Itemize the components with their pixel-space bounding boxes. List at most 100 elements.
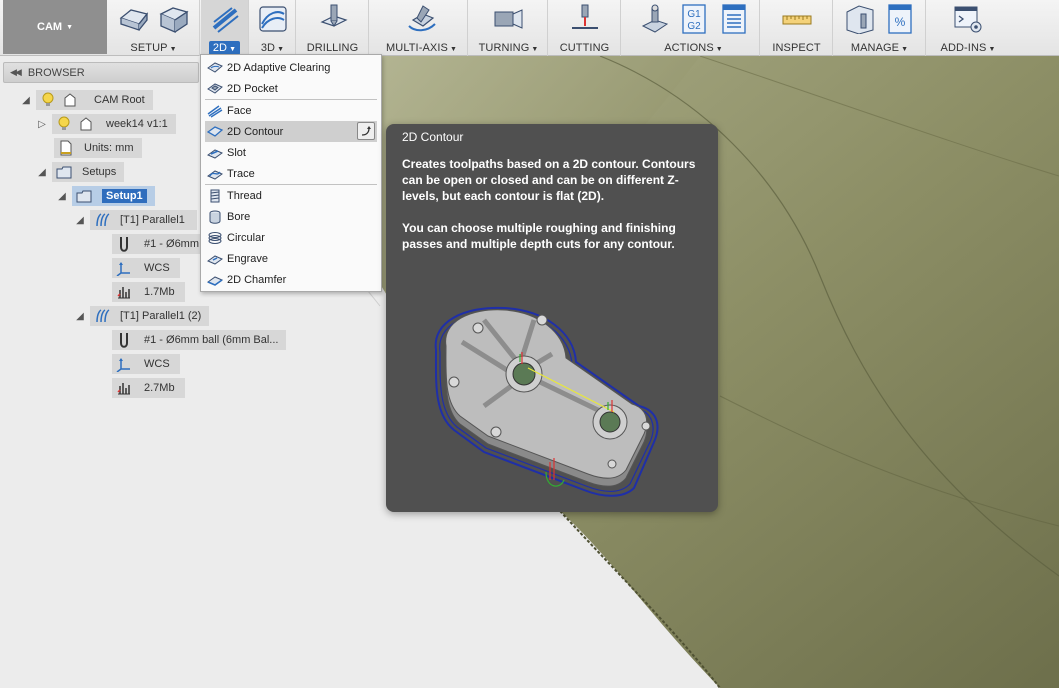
visibility-bulb-icon[interactable] [40, 92, 56, 108]
toolbar-group-cutting[interactable]: CUTTING [549, 0, 621, 56]
scripts-addins-icon [954, 6, 982, 33]
browser-header[interactable]: ◀◀ BROWSER [3, 62, 199, 83]
menu-item-label: 2D Pocket [227, 82, 278, 95]
operation-1-node[interactable]: [T1] Parallel1 [90, 210, 197, 230]
toolbar-group-turning[interactable]: TURNING ▼ [470, 0, 548, 56]
nc-data-icon [117, 287, 130, 299]
pin-to-toolbar-button[interactable] [357, 122, 375, 140]
menu-item-thread[interactable]: Thread [201, 185, 381, 206]
expand-triangle-icon[interactable]: ▷ [36, 118, 48, 130]
toolbar-group-setup[interactable]: SETUP ▼ [108, 0, 200, 56]
op2-wcs-label: WCS [144, 358, 170, 370]
tree-row-op1-wcs[interactable]: WCS [112, 258, 180, 278]
wcs-axes-icon [116, 262, 130, 276]
menu-item-trace[interactable]: Trace [201, 163, 381, 184]
toolbar-group-drilling[interactable]: DRILLING [297, 0, 369, 56]
toolbar-group-addins[interactable]: ADD-INS ▼ [928, 0, 1008, 56]
op1-size-node[interactable]: 1.7Mb [112, 282, 185, 302]
toolbar-group-multiaxis[interactable]: MULTI-AXIS ▼ [376, 0, 468, 56]
toolbar-group-manage[interactable]: % MANAGE ▼ [834, 0, 926, 56]
menu-item-engrave[interactable]: Engrave [201, 248, 381, 269]
menu-item-label: 2D Adaptive Clearing [227, 61, 331, 74]
toolbar-group-3d[interactable]: 3D ▼ [250, 0, 296, 56]
expand-triangle-icon[interactable]: ◢ [74, 214, 86, 226]
setup1-node[interactable]: Setup1 [72, 186, 155, 206]
operation-2-node[interactable]: [T1] Parallel1 (2) [90, 306, 210, 326]
expand-triangle-icon[interactable]: ◢ [56, 190, 68, 202]
new-setup-icon [119, 9, 148, 31]
menu-item-2d-contour[interactable]: 2D Contour [205, 121, 377, 142]
cam-root-label: CAM Root [94, 94, 145, 106]
workspace-switcher[interactable]: CAM ▼ [3, 0, 107, 54]
tooltip-paragraph-1: Creates toolpaths based on a 2D contour.… [402, 157, 696, 203]
post-gcode-line2: G2 [687, 21, 701, 32]
menu-item-label: Bore [227, 210, 251, 223]
visibility-bulb-icon[interactable] [56, 116, 72, 132]
op1-tool-label: #1 - Ø6mm [144, 238, 200, 250]
tree-row-cam-root[interactable]: ◢ CAM Root [20, 90, 153, 110]
menu-item-label: Engrave [227, 252, 268, 265]
parallel-toolpath-icon [96, 309, 110, 323]
tree-row-op2-size[interactable]: 2.7Mb [112, 378, 185, 398]
op1-size-label: 1.7Mb [144, 286, 175, 298]
stock-setup-icon [158, 7, 189, 33]
2d-dropdown-menu: 2D Adaptive Clearing 2D Pocket Face 2D C… [200, 54, 382, 292]
setups-folder-icon [56, 166, 72, 179]
expand-triangle-icon[interactable]: ◢ [74, 310, 86, 322]
measure-icon [782, 15, 811, 25]
operation-2-label: [T1] Parallel1 (2) [120, 310, 202, 322]
model-node[interactable]: week14 v1:1 [52, 114, 176, 134]
op2-tool-label: #1 - Ø6mm ball (6mm Bal... [144, 334, 279, 346]
pin-arrow-icon [361, 126, 371, 136]
setups-node[interactable]: Setups [52, 162, 125, 182]
menu-item-slot[interactable]: Slot [201, 142, 381, 163]
drill-icon [319, 4, 348, 27]
menu-item-label: Circular [227, 231, 265, 244]
menu-item-2d-pocket[interactable]: 2D Pocket [201, 78, 381, 99]
tree-row-units[interactable]: Units: mm [54, 138, 142, 158]
tree-row-setup1[interactable]: ◢ Setup1 [56, 186, 155, 206]
menu-item-face[interactable]: Face [201, 100, 381, 121]
post-gcode-line1: G1 [687, 9, 701, 20]
tree-row-setups[interactable]: ◢ Setups [36, 162, 125, 182]
tree-row-model[interactable]: ▷ week14 v1:1 [36, 114, 176, 134]
contour-icon [207, 125, 223, 137]
op1-wcs-node[interactable]: WCS [112, 258, 180, 278]
ball-endmill-icon [120, 237, 128, 252]
tree-row-op2-wcs[interactable]: WCS [112, 354, 180, 374]
menu-item-bore[interactable]: Bore [201, 206, 381, 227]
menu-item-2d-chamfer[interactable]: 2D Chamfer [201, 269, 381, 290]
simulate-icon [641, 4, 668, 33]
expand-triangle-icon[interactable]: ◢ [36, 166, 48, 178]
op2-size-node[interactable]: 2.7Mb [112, 378, 185, 398]
nc-data-icon [117, 383, 130, 395]
tree-row-operation-1[interactable]: ◢ [T1] Parallel1 [74, 210, 197, 230]
menu-item-circular[interactable]: Circular [201, 227, 381, 248]
circular-icon [208, 231, 222, 244]
bore-icon [209, 210, 221, 224]
op2-wcs-node[interactable]: WCS [112, 354, 180, 374]
toolbar-group-actions[interactable]: G1 G2 ACTIONS ▼ [628, 0, 760, 56]
expand-triangle-icon[interactable]: ◢ [20, 94, 32, 106]
collapse-browser-icon[interactable]: ◀◀ [10, 67, 22, 78]
menu-item-label: 2D Contour [227, 125, 284, 138]
setup1-label: Setup1 [102, 189, 147, 203]
tree-row-op2-tool[interactable]: #1 - Ø6mm ball (6mm Bal... [112, 330, 287, 350]
cam-toolbar: CAM ▼ SETUP ▼ 2D ▼ 3D ▼ DRILLING MULTI-A… [0, 0, 1059, 56]
cam-root-node[interactable]: CAM Root [36, 90, 153, 110]
tooltip-paragraph-2: You can choose multiple roughing and fin… [402, 221, 676, 251]
2d-contour-tooltip: 2D Contour Creates toolpaths based on a … [386, 124, 718, 512]
menu-item-2d-adaptive-clearing[interactable]: 2D Adaptive Clearing [201, 57, 381, 78]
pocket-icon [207, 82, 223, 94]
slot-icon [207, 148, 223, 159]
op2-tool-node[interactable]: #1 - Ø6mm ball (6mm Bal... [112, 330, 287, 350]
document-icon [60, 140, 72, 156]
tree-row-operation-2[interactable]: ◢ [T1] Parallel1 (2) [74, 306, 210, 326]
tree-row-op1-size[interactable]: 1.7Mb [112, 282, 185, 302]
toolbar-group-inspect[interactable]: INSPECT [761, 0, 833, 56]
units-node[interactable]: Units: mm [54, 138, 142, 158]
toolbar-group-2d[interactable]: 2D ▼ [201, 0, 249, 56]
menu-item-label: Face [227, 104, 252, 117]
setups-label: Setups [82, 166, 117, 178]
tool-library-icon [846, 5, 873, 34]
